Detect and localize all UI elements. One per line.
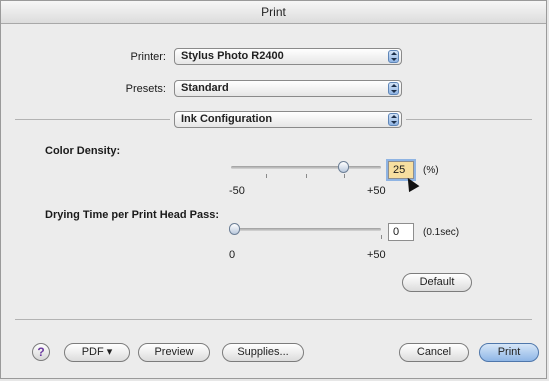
drying-time-max-label: +50	[367, 249, 386, 261]
color-density-label: Color Density:	[45, 145, 121, 157]
separator-left	[15, 119, 170, 120]
presets-value: Standard	[181, 82, 229, 94]
slider-tick	[381, 235, 382, 239]
preview-button[interactable]: Preview	[138, 343, 210, 362]
slider-tick	[344, 174, 345, 178]
drying-time-unit: (0.1sec)	[423, 227, 460, 238]
color-density-min-label: -50	[229, 185, 245, 197]
default-button[interactable]: Default	[402, 273, 472, 292]
separator-right	[406, 119, 532, 120]
presets-label: Presets:	[125, 83, 166, 95]
cancel-button[interactable]: Cancel	[399, 343, 469, 362]
drying-time-label: Drying Time per Print Head Pass:	[45, 209, 220, 221]
drying-time-field[interactable]: 0	[388, 223, 414, 241]
popup-arrows-icon	[388, 82, 399, 95]
supplies-button[interactable]: Supplies...	[222, 343, 304, 362]
color-density-slider-track[interactable]	[231, 166, 381, 169]
help-button[interactable]: ?	[32, 343, 50, 361]
panel-value: Ink Configuration	[181, 113, 273, 125]
window-title: Print	[1, 1, 546, 24]
print-button[interactable]: Print	[479, 343, 539, 362]
drying-time-slider-thumb[interactable]	[228, 223, 240, 235]
color-density-max-label: +50	[367, 185, 386, 197]
printer-value: Stylus Photo R2400	[181, 50, 284, 62]
drying-time-slider-track[interactable]	[231, 228, 381, 231]
popup-arrows-icon	[388, 113, 399, 126]
print-dialog: Print Printer: Stylus Photo R2400 Preset…	[0, 0, 547, 379]
slider-tick	[266, 174, 267, 178]
color-density-slider-thumb[interactable]	[338, 161, 349, 173]
pdf-button[interactable]: PDF ▾	[64, 343, 130, 362]
slider-tick	[306, 174, 307, 178]
panel-popup[interactable]: Ink Configuration	[174, 111, 402, 128]
printer-popup[interactable]: Stylus Photo R2400	[174, 48, 402, 65]
printer-label: Printer:	[130, 51, 166, 63]
popup-arrows-icon	[388, 50, 399, 63]
drying-time-min-label: 0	[229, 249, 236, 261]
bottom-separator	[15, 319, 532, 320]
color-density-unit: (%)	[423, 165, 439, 176]
presets-popup[interactable]: Standard	[174, 80, 402, 97]
